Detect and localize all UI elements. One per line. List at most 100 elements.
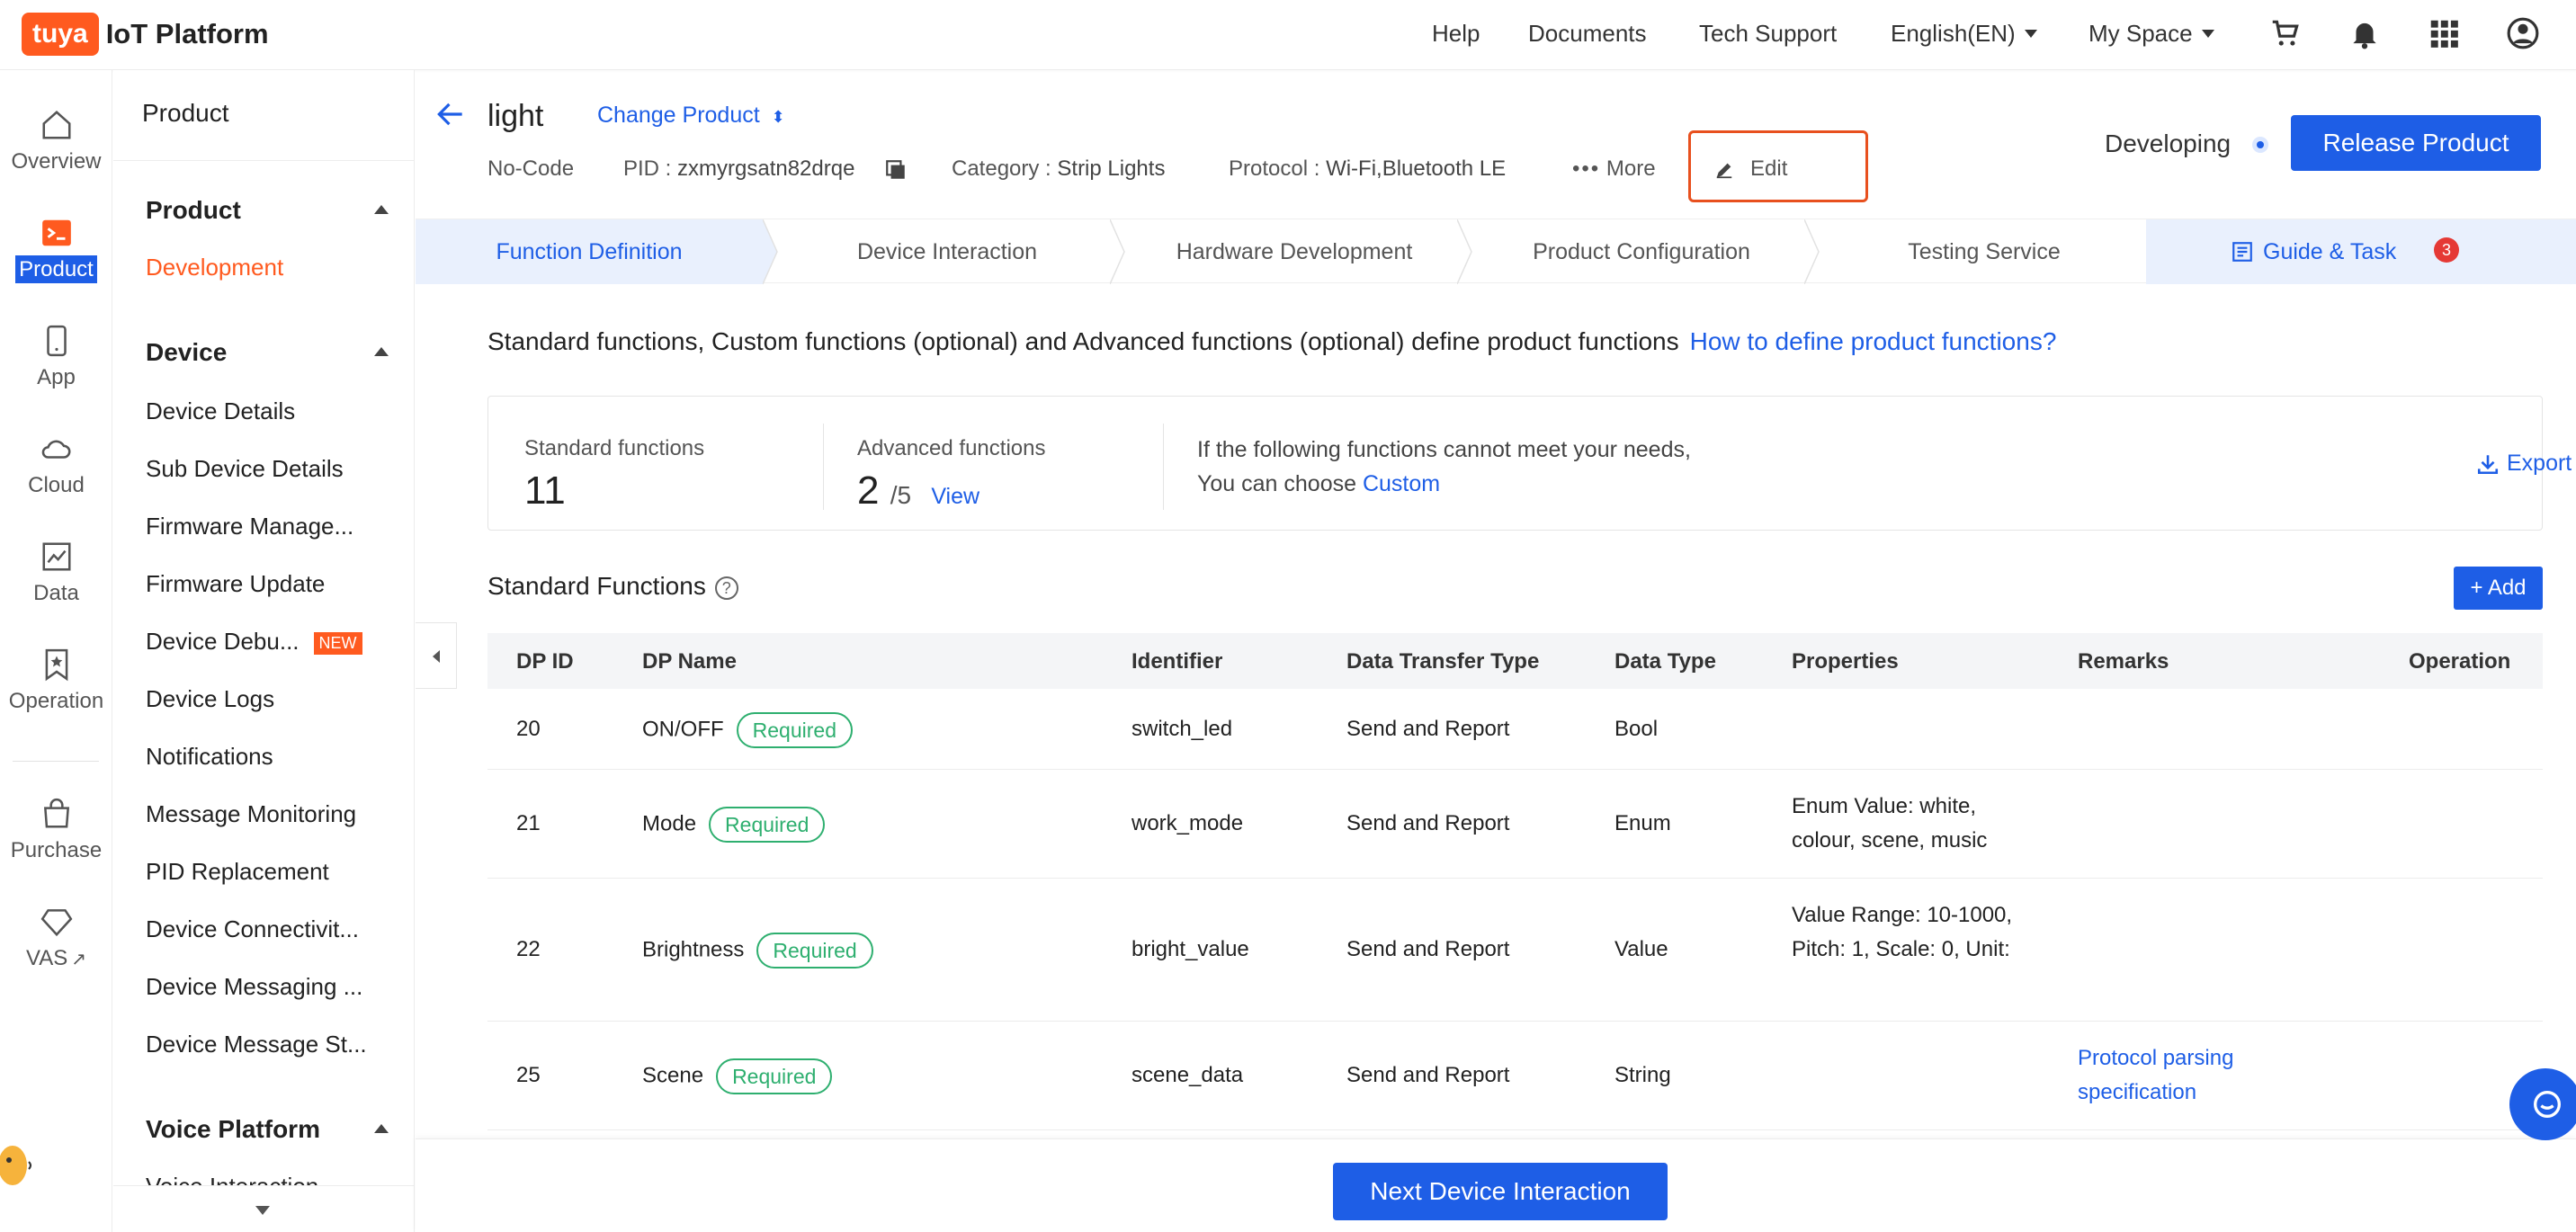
release-product-button[interactable]: Release Product [2291, 115, 2541, 171]
help-link-label: Help [1432, 19, 1480, 47]
next-device-interaction-button[interactable]: Next Device Interaction [1333, 1163, 1668, 1220]
view-advanced-link[interactable]: View [931, 484, 979, 509]
rail-vas[interactable]: VAS ↗ [0, 905, 112, 971]
copy-icon[interactable] [884, 158, 908, 182]
tech-support-link[interactable]: Tech Support [1699, 0, 1837, 67]
chat-bubble-icon [2534, 1091, 2561, 1118]
cell-dp-name: Mode Required [642, 807, 826, 843]
language-dropdown[interactable]: English(EN) [1891, 0, 2037, 67]
rail-operation-label: Operation [8, 689, 104, 713]
col-operation: Operation [2409, 649, 2511, 674]
function-summary-card: Standard functions 11 Advanced functions… [487, 396, 2572, 531]
top-bar: tuya IoT Platform Help Documents Tech Su… [0, 0, 2576, 70]
cell-data-type: Value [1614, 937, 1668, 961]
advanced-functions-label: Advanced functions [857, 436, 1046, 460]
nav-device-message-statistics[interactable]: Device Message St... [146, 1031, 367, 1058]
protocol-parsing-link[interactable]: Protocol parsing specification [2078, 1041, 2276, 1110]
protocol-value: Wi-Fi,Bluetooth LE [1326, 156, 1507, 181]
nav-development[interactable]: Development [146, 254, 283, 281]
nav-device-debugging[interactable]: Device Debu... NEW [146, 628, 362, 656]
collapse-arrow-icon[interactable] [374, 1124, 389, 1133]
rail-data[interactable]: Data [0, 540, 112, 606]
collapse-arrow-icon[interactable] [374, 205, 389, 214]
rail-product[interactable]: Product [0, 216, 112, 283]
left-rail: Overview Product App Cloud Data Operatio… [0, 70, 112, 1232]
nav-device-logs[interactable]: Device Logs [146, 685, 274, 713]
rail-app[interactable]: App [0, 324, 112, 390]
side-nav: Product Product Development Device Devic… [113, 70, 415, 1232]
mascot-icon[interactable] [0, 1135, 36, 1189]
bell-icon[interactable] [2348, 16, 2382, 50]
cell-data-type: Bool [1614, 717, 1659, 741]
cloud-icon [41, 440, 71, 459]
user-avatar-icon[interactable] [2506, 16, 2540, 50]
cell-data-type: String [1614, 1063, 1671, 1087]
help-link[interactable]: Help [1432, 0, 1480, 67]
standard-functions-count: 11 [524, 469, 566, 513]
platform-name: IoT Platform [105, 18, 269, 49]
rail-operation[interactable]: Operation [0, 647, 112, 714]
nav-firmware-update[interactable]: Firmware Update [146, 570, 325, 598]
nav-message-monitoring[interactable]: Message Monitoring [146, 800, 356, 828]
section-device[interactable]: Device [146, 338, 227, 367]
logo[interactable]: tuya IoT Platform [22, 13, 269, 56]
bookmark-star-icon [45, 648, 67, 682]
collapse-arrow-icon[interactable] [374, 347, 389, 356]
required-tag: Required [756, 933, 873, 969]
section-voice-platform[interactable]: Voice Platform [146, 1115, 320, 1144]
custom-link[interactable]: Custom [1363, 471, 1440, 496]
rail-cloud[interactable]: Cloud [0, 432, 112, 498]
cell-dp-id: 22 [516, 937, 541, 961]
tab-product-configuration[interactable]: Product Configuration [1475, 219, 1808, 284]
category-value: Strip Lights [1057, 156, 1166, 181]
tab-device-interaction[interactable]: Device Interaction [781, 219, 1114, 284]
change-product-dropdown[interactable]: Change Product ⬍ [597, 103, 785, 129]
step-separator [1110, 219, 1125, 284]
export-button[interactable]: Export [2476, 451, 2572, 477]
nav-pid-replacement[interactable]: PID Replacement [146, 858, 329, 886]
phone-icon [46, 325, 67, 357]
tab-function-definition[interactable]: Function Definition [416, 219, 763, 284]
advanced-max-value: /5 [890, 481, 912, 509]
cart-icon[interactable] [2268, 16, 2303, 50]
my-space-dropdown[interactable]: My Space [2089, 0, 2214, 67]
chat-support-button[interactable] [2509, 1068, 2576, 1140]
tab-testing-service[interactable]: Testing Service [1822, 219, 2146, 284]
tuya-logo: tuya [22, 13, 99, 56]
cell-dp-id: 25 [516, 1063, 541, 1087]
guide-and-task-button[interactable]: Guide & Task 3 [2146, 219, 2576, 284]
footer-bar: Next Device Interaction [416, 1138, 2576, 1232]
more-dots-icon: ••• [1572, 156, 1601, 181]
nav-notifications[interactable]: Notifications [146, 743, 273, 771]
apps-grid-icon[interactable] [2427, 16, 2461, 50]
documents-link-label: Documents [1528, 19, 1647, 47]
nav-firmware-management[interactable]: Firmware Manage... [146, 513, 353, 540]
how-to-define-link[interactable]: How to define product functions? [1690, 327, 2057, 355]
help-icon[interactable]: ? [714, 576, 738, 600]
nav-sub-device-details[interactable]: Sub Device Details [146, 455, 344, 483]
side-nav-header: Product [142, 99, 229, 127]
tab-hardware-development[interactable]: Hardware Development [1128, 219, 1461, 284]
custom-info-line1: If the following functions cannot meet y… [1197, 437, 1691, 462]
required-tag: Required [716, 1058, 833, 1094]
nav-device-messaging[interactable]: Device Messaging ... [146, 973, 362, 1001]
nav-device-connectivity[interactable]: Device Connectivit... [146, 915, 359, 943]
rail-purchase[interactable]: Purchase [0, 797, 112, 863]
cell-dp-name: Brightness Required [642, 933, 873, 969]
col-identifier: Identifier [1131, 649, 1223, 674]
function-intro: Standard functions, Custom functions (op… [487, 327, 2056, 356]
product-category: Category : Strip Lights [952, 156, 1165, 182]
category-label: Category : [952, 156, 1051, 181]
add-function-button[interactable]: + Add [2454, 567, 2543, 610]
custom-info-line2-text: You can choose [1197, 471, 1357, 496]
side-nav-scroll-bar[interactable] [113, 1185, 414, 1232]
documents-link[interactable]: Documents [1528, 0, 1647, 67]
tech-support-link-label: Tech Support [1699, 19, 1838, 47]
more-menu[interactable]: ••• More [1572, 156, 1656, 182]
rail-overview[interactable]: Overview [0, 108, 112, 174]
cell-identifier: work_mode [1131, 811, 1244, 835]
nav-device-details[interactable]: Device Details [146, 397, 295, 425]
product-name: light [487, 99, 544, 133]
back-arrow-icon[interactable] [434, 97, 468, 131]
section-product[interactable]: Product [146, 196, 241, 225]
